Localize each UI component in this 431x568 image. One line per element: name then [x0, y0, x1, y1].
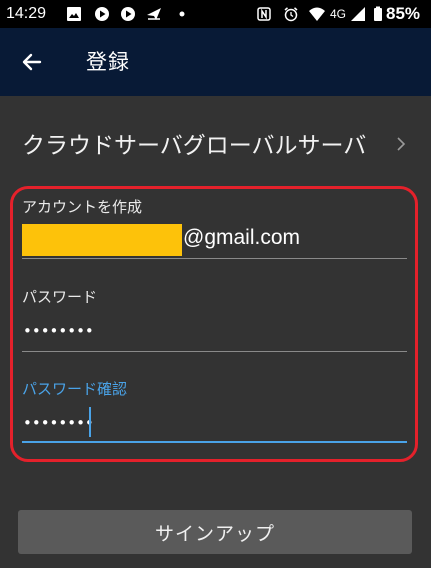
server-name: クラウドサーバグローバルサーバ: [22, 133, 367, 159]
confirm-password-field[interactable]: ••••••••: [23, 414, 94, 432]
image-icon: [67, 7, 81, 21]
app-bar: 登録: [0, 28, 431, 96]
signal-icon: [351, 7, 365, 21]
chevron-right-icon: [397, 137, 406, 151]
status-bar: 14:29 4G 85%: [0, 0, 431, 28]
email-field[interactable]: [22, 220, 407, 258]
page-title: 登録: [86, 50, 130, 74]
status-time: 14:29: [6, 5, 47, 22]
nfc-icon: [257, 7, 271, 21]
text-cursor: [89, 407, 91, 437]
signup-button[interactable]: サインアップ: [18, 510, 412, 554]
password-field[interactable]: ••••••••: [23, 322, 94, 340]
create-account-label: アカウントを作成: [22, 198, 143, 216]
play-icon: [95, 7, 109, 21]
paper-plane-icon: [147, 8, 161, 20]
password-label: パスワード: [22, 288, 98, 306]
confirm-password-underline: [22, 441, 407, 443]
signup-button-label: サインアップ: [154, 522, 275, 545]
wifi-icon: [309, 7, 325, 21]
dot-icon: [179, 11, 185, 17]
alarm-icon: [284, 7, 298, 22]
play-icon: [121, 7, 135, 21]
battery-icon: [374, 6, 382, 21]
confirm-password-label: パスワード確認: [22, 380, 128, 398]
password-underline: [22, 351, 407, 352]
network-type: 4G: [330, 7, 347, 21]
server-selector[interactable]: クラウドサーバグローバルサーバ: [0, 96, 431, 186]
email-underline: [22, 258, 407, 259]
battery-percent: 85%: [386, 4, 421, 23]
arrow-left-icon[interactable]: [20, 50, 44, 74]
